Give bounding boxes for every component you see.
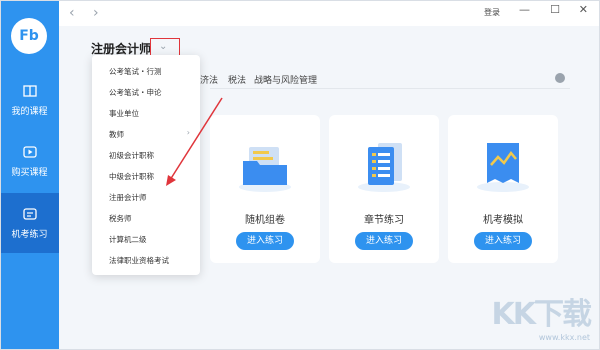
window-border [0,0,600,350]
